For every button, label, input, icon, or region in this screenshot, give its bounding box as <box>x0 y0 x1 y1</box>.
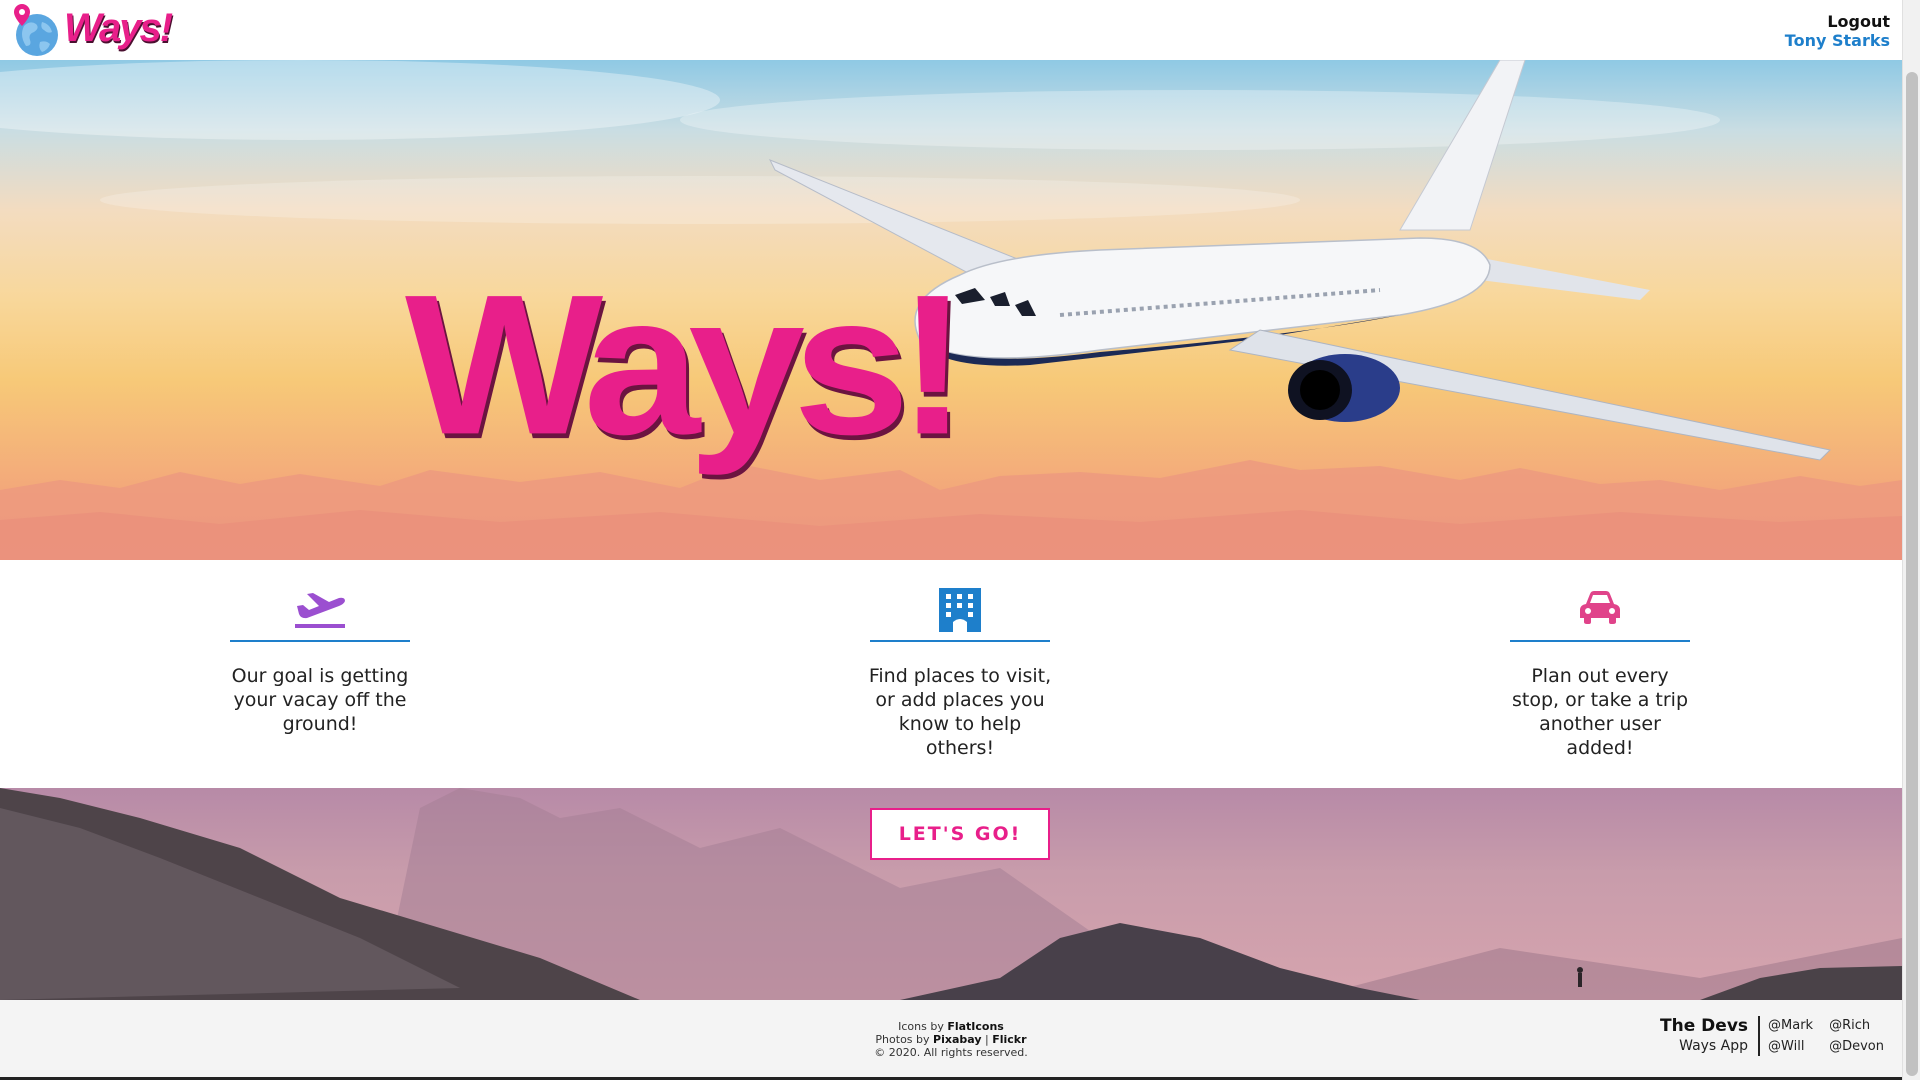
photos-credit-line: Photos by Pixabay | Flickr <box>875 1033 1027 1046</box>
user-name-link[interactable]: Tony Starks <box>1785 31 1890 50</box>
scrollbar-thumb[interactable] <box>1906 72 1918 1076</box>
logo-text: Ways! <box>64 5 173 50</box>
top-navbar: Ways! Logout Tony Starks <box>0 0 1902 60</box>
feature-description: Our goal is getting your vacay off the g… <box>231 665 409 735</box>
dev-handle-link[interactable]: @Mark <box>1768 1018 1813 1033</box>
dev-handle-link[interactable]: @Will <box>1768 1039 1813 1054</box>
footer-credits: Icons by FlatIcons Photos by Pixabay | F… <box>0 1020 1902 1059</box>
feature-card: Our goal is getting your vacay off the g… <box>220 588 420 736</box>
feature-description: Find places to visit, or add places you … <box>868 665 1052 759</box>
feature-description: Plan out every stop, or take a trip anot… <box>1511 665 1689 759</box>
logo[interactable]: Ways! <box>12 2 173 58</box>
header-account: Logout Tony Starks <box>1785 12 1890 50</box>
devs-title: The Devs <box>1660 1016 1749 1036</box>
devs-block: The Devs Ways App @Mark @Rich @Will @Dev… <box>1660 1016 1884 1056</box>
footer: Icons by FlatIcons Photos by Pixabay | F… <box>0 1000 1902 1080</box>
dev-handles: @Mark @Rich @Will @Devon <box>1760 1016 1884 1056</box>
copyright-text: © 2020. All rights reserved. <box>874 1046 1028 1059</box>
building-icon <box>939 588 981 632</box>
features-section: Our goal is getting your vacay off the g… <box>0 560 1902 788</box>
lets-go-button[interactable]: LET'S GO! <box>870 808 1050 860</box>
logout-link[interactable]: Logout <box>1785 12 1890 31</box>
dev-handle-link[interactable]: @Devon <box>1829 1039 1884 1054</box>
icons-credit-line: Icons by FlatIcons <box>898 1020 1004 1033</box>
flaticons-link[interactable]: FlatIcons <box>947 1020 1004 1033</box>
pixabay-link[interactable]: Pixabay <box>933 1033 981 1046</box>
hero-title: Ways! <box>405 252 968 477</box>
flickr-link[interactable]: Flickr <box>992 1033 1026 1046</box>
vertical-scrollbar[interactable] <box>1902 0 1920 1080</box>
car-icon <box>1580 591 1620 624</box>
dev-handle-link[interactable]: @Rich <box>1829 1018 1884 1033</box>
hero-banner: Ways! <box>0 60 1902 560</box>
feature-card: Plan out every stop, or take a trip anot… <box>1500 588 1700 760</box>
airplane-takeoff-icon <box>295 593 345 628</box>
devs-app-name: Ways App <box>1679 1038 1749 1054</box>
globe-pin-icon <box>14 4 58 56</box>
cta-banner: LET'S GO! <box>0 788 1902 1000</box>
feature-card: Find places to visit, or add places you … <box>860 588 1060 760</box>
